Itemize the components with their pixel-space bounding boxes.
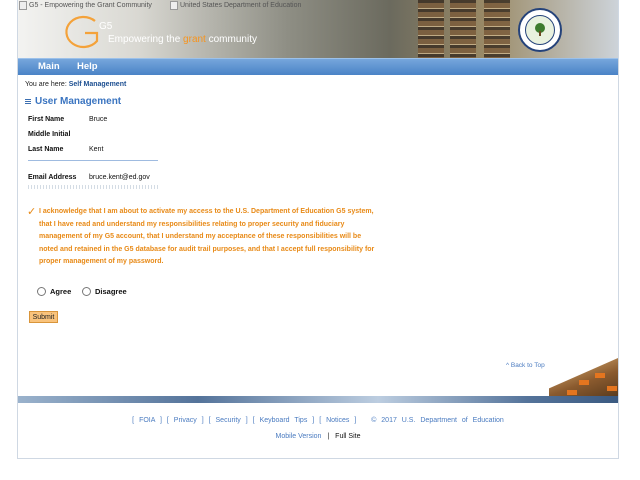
page-title: User Management	[35, 96, 122, 107]
broken-dept-image: United States Department of Education	[170, 1, 301, 10]
tagline: Empowering the grant community	[108, 34, 257, 45]
footer-security-link[interactable]: Security	[216, 417, 241, 424]
middle-initial-label: Middle Initial	[28, 131, 71, 138]
department-seal-icon	[518, 8, 562, 52]
breadcrumb-self-management-link[interactable]: Self Management	[69, 81, 127, 88]
checkmark-icon: ✓	[27, 206, 37, 218]
logo-alt-text: G5 - Empowering the Grant Community	[29, 2, 152, 9]
footer-bar	[18, 396, 618, 403]
footer-foia-link[interactable]: FOIA	[139, 417, 155, 424]
g5-logo-icon: G5	[65, 15, 113, 49]
email-value: bruce.kent@ed.gov	[89, 174, 150, 181]
dotted-divider	[28, 185, 158, 189]
copyright-text: © 2017 U.S. Department of Education	[371, 417, 504, 424]
acknowledgement-text: I acknowledge that I am about to activat…	[39, 208, 375, 265]
full-site-label: Full Site	[335, 433, 361, 440]
divider	[28, 160, 158, 161]
last-name-value: Kent	[89, 146, 104, 153]
agree-option[interactable]: Agree	[37, 287, 71, 296]
list-bullet-icon	[25, 98, 31, 105]
footer-links: [ FOIA ] [ Privacy ] [ Security ] [ Keyb…	[132, 417, 504, 424]
footer-privacy-link[interactable]: Privacy	[174, 417, 197, 424]
disagree-option[interactable]: Disagree	[82, 287, 127, 296]
footer-separator: |	[327, 433, 330, 440]
first-name-value: Bruce	[89, 116, 108, 123]
nav-main-link[interactable]: Main	[38, 61, 60, 72]
email-label: Email Address	[28, 174, 77, 181]
submit-button[interactable]: Submit	[29, 311, 58, 323]
agree-radio[interactable]	[37, 287, 46, 296]
mobile-version-link[interactable]: Mobile Version	[276, 433, 322, 440]
back-to-top-link[interactable]: ^ Back to Top	[506, 362, 545, 369]
breadcrumb: You are here: Self Management	[25, 81, 127, 88]
disagree-label: Disagree	[95, 287, 127, 296]
footer-site-version: Mobile Version | Full Site	[18, 433, 618, 440]
last-name-label: Last Name	[28, 146, 64, 153]
nav-help-link[interactable]: Help	[77, 61, 98, 72]
first-name-label: First Name	[28, 116, 65, 123]
footer-notices-link[interactable]: Notices	[326, 417, 349, 424]
dept-alt-text: United States Department of Education	[180, 2, 302, 9]
page-frame: G5 - Empowering the Grant Community Unit…	[17, 0, 619, 459]
section-header: User Management	[25, 96, 121, 107]
disagree-radio[interactable]	[82, 287, 91, 296]
header-banner: G5 - Empowering the Grant Community Unit…	[18, 0, 618, 58]
g5-logo-text: G5	[99, 21, 113, 32]
footer-keyboard-tips-link[interactable]: Keyboard Tips	[260, 417, 308, 424]
broken-logo-image: G5 - Empowering the Grant Community	[19, 1, 152, 10]
main-nav-bar: Main Help	[18, 58, 618, 75]
agree-label: Agree	[50, 287, 72, 296]
classroom-photo	[549, 358, 618, 396]
